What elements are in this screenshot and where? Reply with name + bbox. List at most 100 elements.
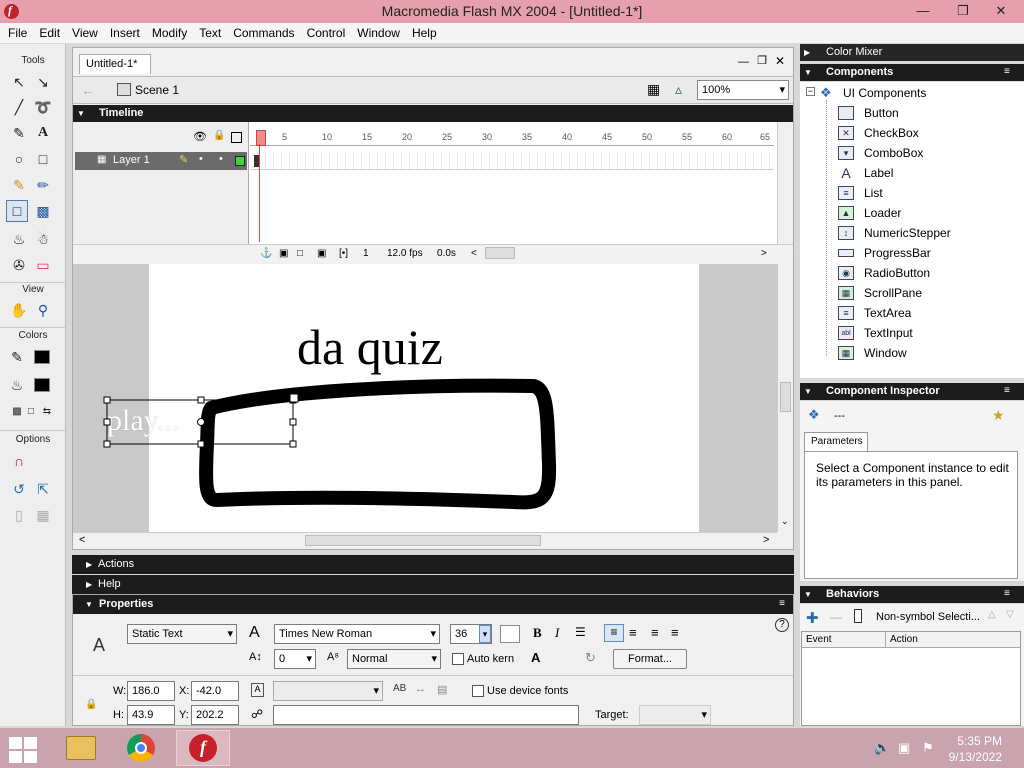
component-numericstepper[interactable]: ↕ NumericStepper <box>838 223 951 243</box>
font-select[interactable]: Times New Roman <box>274 624 440 644</box>
color-mixer-header[interactable]: Color Mixer <box>800 44 1024 61</box>
menu-modify[interactable]: Modify <box>146 26 193 40</box>
component-list[interactable]: ≡ List <box>838 183 883 203</box>
bold-icon[interactable]: B <box>533 625 542 641</box>
chrome-icon[interactable] <box>114 730 168 766</box>
close-icon[interactable]: ✕ <box>984 0 1018 22</box>
modify-onion-markers-icon[interactable]: [•] <box>339 248 348 259</box>
parameters-tab[interactable]: Parameters <box>804 432 868 452</box>
swap-colors-icon[interactable]: ⇆ <box>36 400 58 422</box>
component-scrollpane[interactable]: ▦ ScrollPane <box>838 283 922 303</box>
playhead[interactable] <box>256 130 266 242</box>
font-size-dropdown-icon[interactable]: ▾ <box>479 625 491 643</box>
menu-window[interactable]: Window <box>351 26 406 40</box>
menu-control[interactable]: Control <box>301 26 352 40</box>
frame-strip[interactable] <box>250 152 774 170</box>
fill-transform-tool-icon[interactable]: ▩ <box>32 200 54 222</box>
component-progressbar[interactable]: ProgressBar <box>838 243 931 263</box>
add-behavior-icon[interactable]: ✚ <box>806 609 819 627</box>
paint-bucket-tool-icon[interactable]: ☃ <box>32 228 54 250</box>
text-direction-icon[interactable]: ☰ <box>575 625 586 639</box>
menu-help[interactable]: Help <box>406 26 443 40</box>
layer-visible-dot[interactable]: • <box>199 153 203 165</box>
menu-commands[interactable]: Commands <box>227 26 300 40</box>
eyedropper-tool-icon[interactable]: ✇ <box>8 254 30 276</box>
component-radiobutton[interactable]: ◉ RadioButton <box>838 263 930 283</box>
layer-row[interactable]: ▦ Layer 1 ✎ • • <box>75 152 247 170</box>
url-link-field[interactable] <box>273 705 579 725</box>
character-position-select[interactable]: Normal <box>347 649 441 669</box>
behaviors-header[interactable]: Behaviors <box>800 586 1024 603</box>
stage-vscroll[interactable]: ⌄ <box>777 264 793 532</box>
shape-handle[interactable] <box>289 393 299 403</box>
component-loader[interactable]: ▲ Loader <box>838 203 901 223</box>
component-inspector-header[interactable]: Component Inspector <box>800 383 1024 400</box>
back-arrow-icon[interactable]: ← <box>81 82 95 98</box>
center-frame-icon[interactable]: ⚓ <box>260 248 272 259</box>
doc-minimize-icon[interactable]: — <box>738 56 749 68</box>
action-center-icon[interactable]: ⚑ <box>922 740 934 756</box>
stage-scroll-down-icon[interactable]: ⌄ <box>781 516 789 527</box>
file-explorer-icon[interactable] <box>54 730 108 766</box>
y-field[interactable]: 202.2 <box>191 705 239 725</box>
stage-scroll-right-icon[interactable]: > <box>763 534 769 546</box>
selection-handle[interactable] <box>103 396 111 404</box>
actions-panel-header[interactable]: Actions <box>72 555 794 574</box>
align-right-icon[interactable]: ≡ <box>651 625 659 640</box>
text-color-swatch[interactable] <box>500 625 520 643</box>
behaviors-options-icon[interactable]: ≡ <box>1004 588 1010 599</box>
timeline-header[interactable]: Timeline <box>73 105 793 122</box>
transform-center-point[interactable] <box>197 418 205 426</box>
layer-outline-color[interactable] <box>235 156 245 166</box>
system-clock[interactable]: 5:35 PM 9/13/2022 <box>949 733 1002 765</box>
fill-color-swatch[interactable] <box>34 378 50 392</box>
subselection-tool-icon[interactable]: ↘ <box>32 71 54 93</box>
doc-restore-icon[interactable]: ❐ <box>757 54 767 67</box>
stage-drawing[interactable] <box>73 264 777 532</box>
frame-rate[interactable]: 12.0 fps <box>387 248 423 259</box>
menu-file[interactable]: File <box>2 26 33 40</box>
rotate-skew-icon[interactable]: ↺ <box>8 478 30 500</box>
justify-icon[interactable]: ≡ <box>671 625 679 640</box>
component-window[interactable]: ▦ Window <box>838 343 907 363</box>
height-field[interactable]: 43.9 <box>127 705 175 725</box>
timeline-vscroll[interactable] <box>777 122 793 244</box>
panel-options-icon[interactable]: ≡ <box>779 598 785 609</box>
text-type-select[interactable]: Static Text <box>127 624 237 644</box>
pen-tool-icon[interactable]: ✎ <box>8 122 30 144</box>
onion-skin-icon[interactable]: ▣ <box>279 248 288 259</box>
action-column-header[interactable]: Action <box>886 632 1020 648</box>
stage-scroll-left-icon[interactable]: < <box>79 534 85 546</box>
use-device-fonts-checkbox[interactable] <box>472 685 484 697</box>
stroke-color-icon[interactable]: ✎ <box>6 346 28 368</box>
zoom-tool-icon[interactable]: ⚲ <box>32 299 54 321</box>
selection-tool-icon[interactable]: ↖ <box>8 71 30 93</box>
scale-icon[interactable]: ⇱ <box>32 478 54 500</box>
minimize-icon[interactable]: — <box>906 0 940 22</box>
scene-name[interactable]: Scene 1 <box>135 83 179 97</box>
rendering-icon[interactable]: A <box>531 650 540 665</box>
format-button[interactable]: Format... <box>613 649 687 669</box>
selection-handle[interactable] <box>197 396 205 404</box>
selection-handle[interactable] <box>289 418 297 426</box>
rectangle-tool-icon[interactable]: □ <box>32 148 54 170</box>
selection-handle[interactable] <box>289 440 297 448</box>
italic-icon[interactable]: I <box>555 625 559 641</box>
help-panel-header[interactable]: Help <box>72 575 794 594</box>
timeline-hscroll-thumb[interactable] <box>485 247 515 259</box>
ui-components-folder[interactable]: UI Components <box>843 86 926 100</box>
lock-layers-icon[interactable]: 🔒 <box>213 130 225 141</box>
component-button[interactable]: Button <box>838 103 899 123</box>
ink-bottle-tool-icon[interactable]: ♨ <box>8 228 30 250</box>
menu-edit[interactable]: Edit <box>33 26 66 40</box>
volume-icon[interactable]: 🔈 <box>874 740 890 756</box>
event-column-header[interactable]: Event <box>802 632 886 648</box>
tracking-field[interactable]: 0 <box>274 649 316 669</box>
component-label-item[interactable]: A Label <box>838 163 893 183</box>
components-options-icon[interactable]: ≡ <box>1004 66 1010 77</box>
component-textinput[interactable]: abl TextInput <box>838 323 913 343</box>
timeline-scroll-left-icon[interactable]: < <box>471 248 477 259</box>
show-layers-eye-icon[interactable]: 👁 <box>193 130 207 143</box>
stage-hscroll-thumb[interactable] <box>305 535 541 546</box>
frames-area[interactable]: 5 10 15 20 25 30 35 40 45 50 55 60 65 <box>250 122 774 262</box>
